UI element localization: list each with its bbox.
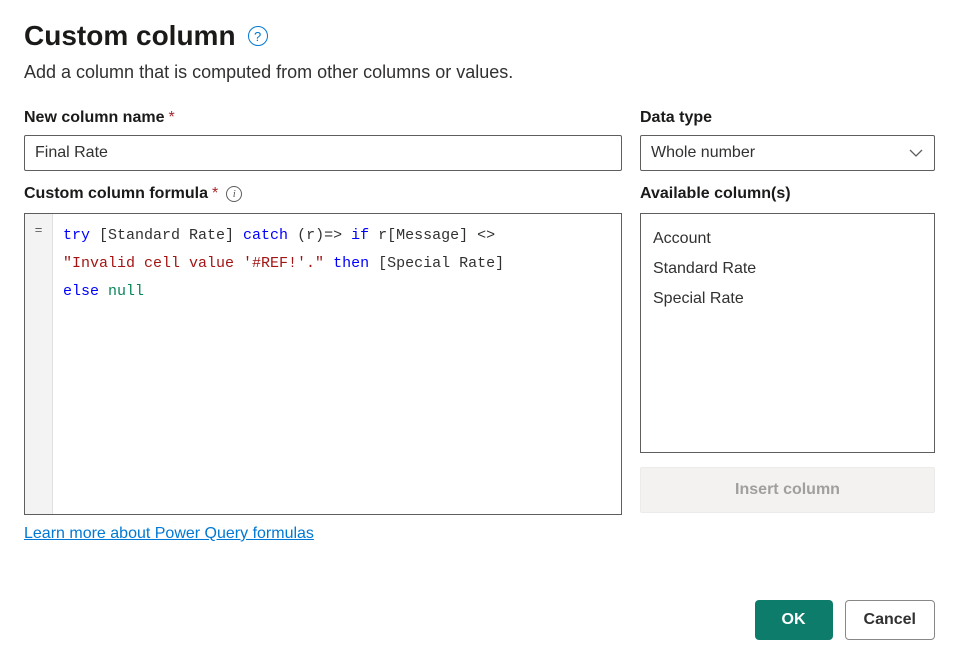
data-type-select[interactable]: Whole number — [640, 135, 935, 171]
required-asterisk: * — [168, 109, 174, 127]
info-icon[interactable]: i — [226, 186, 242, 202]
data-type-label: Data type — [640, 109, 712, 127]
available-columns-list: Account Standard Rate Special Rate — [640, 213, 935, 453]
formula-gutter: = — [25, 214, 53, 514]
insert-column-button[interactable]: Insert column — [640, 467, 935, 513]
available-columns-label: Available column(s) — [640, 185, 791, 203]
formula-editor[interactable]: = try [Standard Rate] catch (r)=> if r[M… — [24, 213, 622, 515]
required-asterisk: * — [212, 185, 218, 203]
formula-label: Custom column formula — [24, 185, 208, 203]
dialog-subtitle: Add a column that is computed from other… — [24, 62, 935, 83]
data-type-selected: Whole number — [651, 144, 755, 162]
new-column-label: New column name — [24, 109, 164, 127]
formula-code[interactable]: try [Standard Rate] catch (r)=> if r[Mes… — [53, 214, 621, 514]
cancel-button[interactable]: Cancel — [845, 600, 935, 640]
list-item[interactable]: Standard Rate — [653, 254, 922, 284]
learn-more-link[interactable]: Learn more about Power Query formulas — [24, 525, 314, 542]
dialog-title: Custom column — [24, 20, 236, 52]
ok-button[interactable]: OK — [755, 600, 833, 640]
list-item[interactable]: Account — [653, 224, 922, 254]
list-item[interactable]: Special Rate — [653, 284, 922, 314]
help-icon[interactable]: ? — [248, 26, 268, 46]
new-column-input[interactable] — [24, 135, 622, 171]
